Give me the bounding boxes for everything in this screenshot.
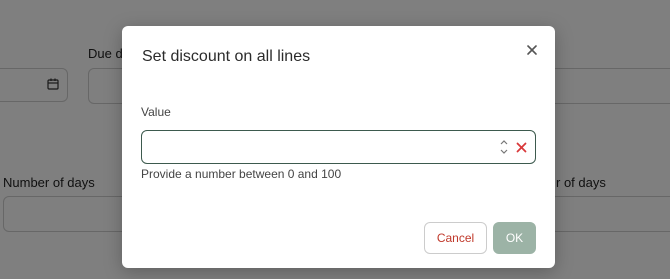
clear-x-icon[interactable] — [516, 142, 527, 153]
close-icon[interactable] — [524, 42, 540, 58]
value-label: Value — [141, 105, 171, 119]
discount-dialog: Set discount on all lines Value Provide … — [122, 26, 555, 268]
ok-button[interactable]: OK — [493, 222, 536, 254]
value-input-container[interactable] — [141, 130, 536, 164]
dialog-title: Set discount on all lines — [142, 48, 311, 65]
helper-text: Provide a number between 0 and 100 — [141, 167, 342, 181]
cancel-button[interactable]: Cancel — [424, 222, 487, 254]
value-input[interactable] — [150, 135, 490, 159]
stepper-arrows-icon[interactable] — [499, 138, 509, 156]
